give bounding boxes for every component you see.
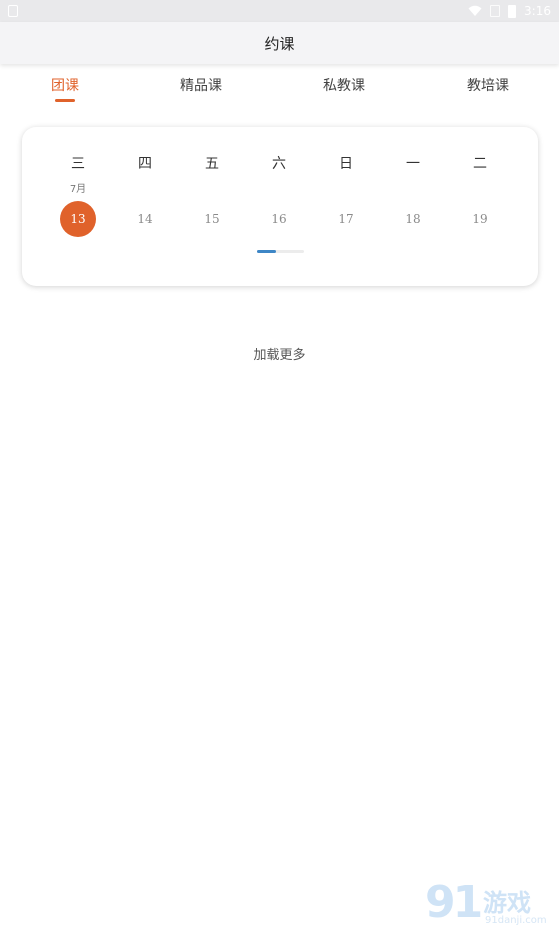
page-title: 约课 xyxy=(264,34,295,53)
status-time: 3:16 xyxy=(524,4,551,18)
wifi-icon xyxy=(468,5,482,16)
calendar-day[interactable]: 18 xyxy=(395,201,431,237)
calendar-day[interactable]: 19 xyxy=(462,201,498,237)
status-bar: 3:16 xyxy=(0,0,559,22)
calendar-scroll-thumb xyxy=(257,250,276,253)
calendar-day[interactable]: 14 xyxy=(127,201,163,237)
weekday-label: 三 xyxy=(71,156,85,172)
calendar-day[interactable]: 15 xyxy=(194,201,230,237)
active-tab-indicator xyxy=(55,99,75,102)
month-label: 7月 xyxy=(69,184,87,195)
watermark-url: 91danji.com xyxy=(485,915,547,926)
course-tabs: 团课 精品课 私教课 教培课 xyxy=(0,66,559,108)
tab-group-class[interactable]: 团课 xyxy=(25,75,105,95)
tab-training-class[interactable]: 教培课 xyxy=(448,75,528,95)
weekday-label: 四 xyxy=(138,156,152,172)
weekday-label: 一 xyxy=(406,156,420,172)
app-notification-icon xyxy=(8,5,18,17)
weekday-label: 六 xyxy=(272,156,286,172)
calendar-day[interactable]: 17 xyxy=(328,201,364,237)
top-app-bar: 约课 xyxy=(0,22,559,64)
watermark-number: 91 xyxy=(425,877,483,928)
weekday-label: 日 xyxy=(339,156,353,172)
tab-premium-class[interactable]: 精品课 xyxy=(161,75,241,95)
calendar-day[interactable]: 16 xyxy=(261,201,297,237)
tab-private-class[interactable]: 私教课 xyxy=(304,75,384,95)
sim-icon xyxy=(490,5,501,17)
watermark-logo: 91 游戏 91danji.com xyxy=(425,877,555,933)
calendar-scroll-indicator[interactable] xyxy=(257,250,304,253)
calendar-day-selected[interactable]: 13 xyxy=(60,201,96,237)
weekday-label: 五 xyxy=(205,156,219,172)
weekday-label: 二 xyxy=(473,156,487,172)
watermark-text: 游戏 xyxy=(483,889,531,917)
battery-icon xyxy=(508,4,517,18)
week-calendar: 三 四 五 六 日 一 二 7月 13 14 15 16 17 18 19 xyxy=(22,127,538,286)
load-more-button[interactable]: 加载更多 xyxy=(0,344,559,363)
